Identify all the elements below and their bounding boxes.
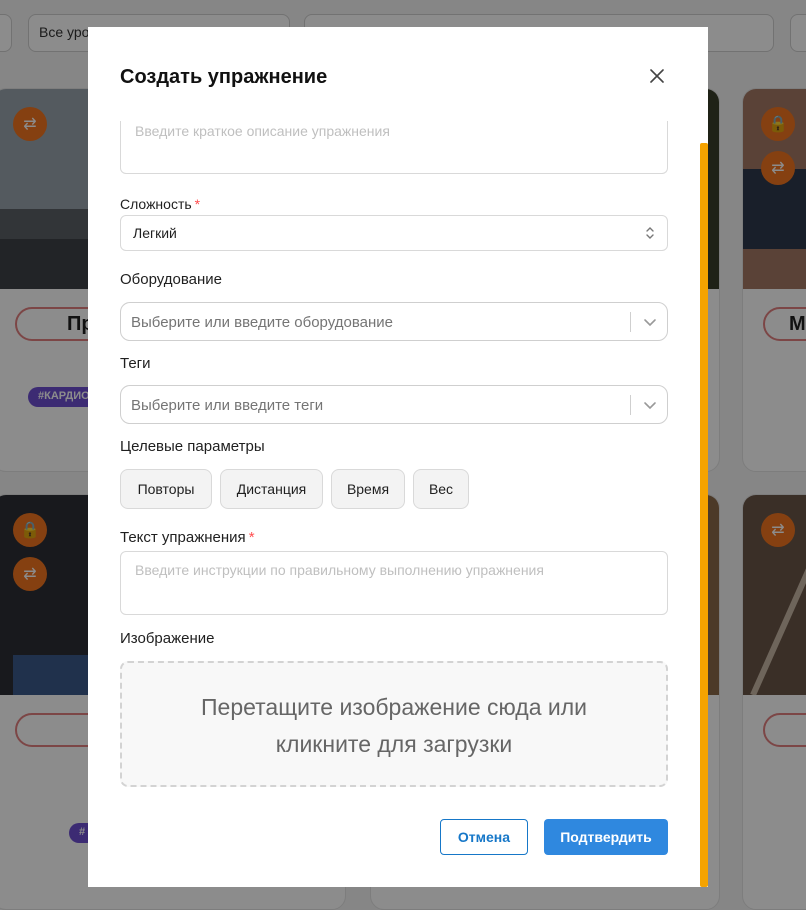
tags-placeholder: Выберите или введите теги <box>131 397 324 414</box>
description-placeholder: Введите краткое описание упражнения <box>135 123 390 139</box>
tags-combobox[interactable]: Выберите или введите теги <box>120 385 668 424</box>
param-chip-weight[interactable]: Вес <box>413 469 469 509</box>
description-textarea[interactable]: Введите краткое описание упражнения <box>120 121 668 174</box>
required-mark: * <box>248 529 255 546</box>
dropzone-text-line1: Перетащите изображение сюда или <box>201 694 587 720</box>
separator <box>630 312 631 332</box>
confirm-button[interactable]: Подтвердить <box>544 819 668 855</box>
equipment-label: Оборудование <box>120 271 223 288</box>
exercise-text-label: Текст упражнения * <box>120 529 255 546</box>
dropzone-text-line2: кликните для загрузки <box>275 731 513 757</box>
separator <box>630 395 631 415</box>
modal-title: Создать упражнение <box>120 66 328 88</box>
tags-label: Теги <box>120 355 151 372</box>
equipment-placeholder: Выберите или введите оборудование <box>131 314 393 331</box>
exercise-text-textarea[interactable]: Введите инструкции по правильному выполн… <box>120 551 668 615</box>
exercise-text-placeholder: Введите инструкции по правильному выполн… <box>135 562 544 578</box>
difficulty-select[interactable]: Легкий <box>120 215 668 251</box>
create-exercise-modal: Создать упражнение Введите краткое описа… <box>88 27 708 887</box>
param-chip-time[interactable]: Время <box>331 469 405 509</box>
target-params-label: Целевые параметры <box>120 438 265 455</box>
close-button[interactable] <box>644 63 670 89</box>
difficulty-value: Легкий <box>133 225 177 241</box>
param-chip-reps[interactable]: Повторы <box>120 469 212 509</box>
difficulty-label: Сложность * <box>120 196 201 212</box>
cancel-button[interactable]: Отмена <box>440 819 528 855</box>
chevron-down-icon[interactable] <box>643 398 657 412</box>
equipment-combobox[interactable]: Выберите или введите оборудование <box>120 302 668 341</box>
modal-scrollbar[interactable] <box>700 143 708 887</box>
image-dropzone[interactable]: Перетащите изображение сюда или кликните… <box>120 661 668 787</box>
required-mark: * <box>194 196 201 212</box>
close-icon <box>650 69 664 83</box>
image-label: Изображение <box>120 630 215 647</box>
param-chip-distance[interactable]: Дистанция <box>220 469 323 509</box>
chevron-down-icon[interactable] <box>643 315 657 329</box>
chevron-updown-icon <box>646 227 654 239</box>
